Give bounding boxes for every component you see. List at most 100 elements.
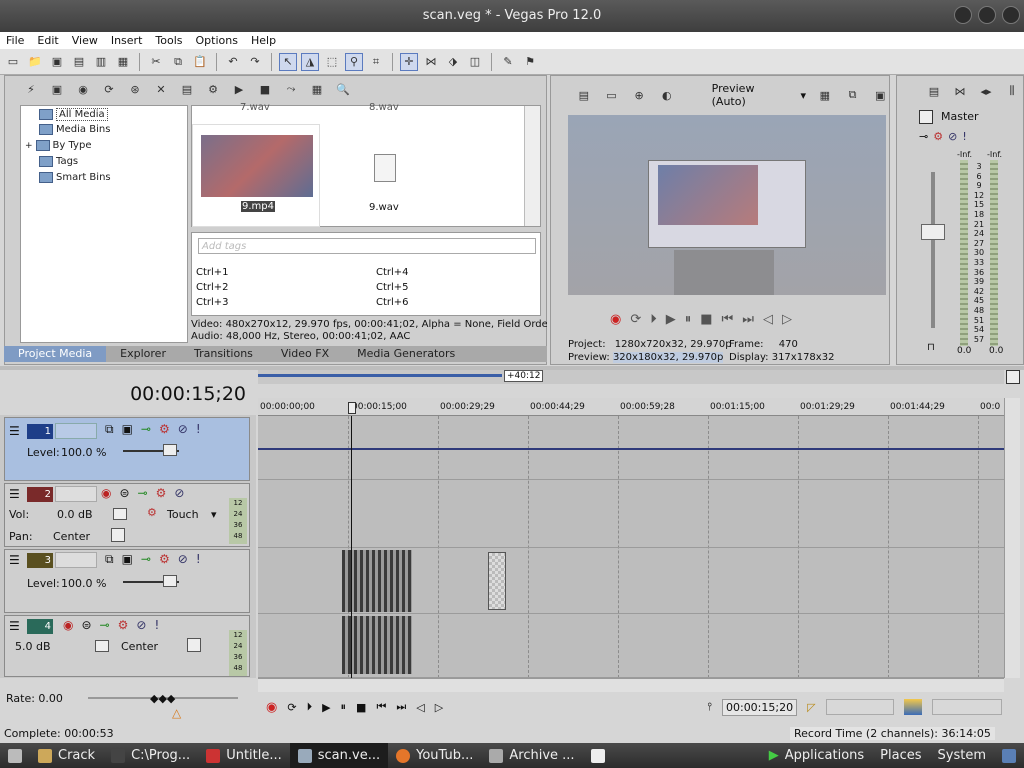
tab-transitions[interactable]: Transitions bbox=[180, 346, 267, 362]
go-to-start-icon[interactable]: ⏮ bbox=[722, 312, 734, 327]
menu-options[interactable]: Options bbox=[196, 32, 238, 49]
loop-region-bar[interactable]: +40:12 bbox=[258, 370, 1004, 384]
menu-applications[interactable]: ▶ Applications bbox=[761, 743, 872, 768]
views-icon[interactable]: ▦ bbox=[308, 80, 326, 98]
mute-icon[interactable]: ⊘ bbox=[178, 422, 188, 437]
import-media-icon[interactable]: ⚡ bbox=[22, 80, 40, 98]
track-minimize-icon[interactable]: ☰ bbox=[9, 487, 20, 501]
capture-video-icon[interactable]: ▣ bbox=[48, 80, 66, 98]
menu-file[interactable]: File bbox=[6, 32, 24, 49]
selection-length-field[interactable] bbox=[825, 699, 894, 715]
redo-icon[interactable]: ↷ bbox=[246, 53, 264, 71]
next-frame-icon[interactable]: ▷ bbox=[435, 701, 443, 714]
copy-snapshot-icon[interactable]: ⧉ bbox=[844, 86, 862, 104]
motion-icon[interactable]: ▣ bbox=[122, 422, 133, 437]
remove-media-icon[interactable]: ✕ bbox=[152, 80, 170, 98]
master-checkbox[interactable] bbox=[919, 110, 933, 124]
auto-preview-icon[interactable]: ⤳ bbox=[282, 80, 300, 98]
tag-shortcut[interactable]: Ctrl+5 bbox=[376, 282, 409, 293]
tab-project-media[interactable]: Project Media bbox=[4, 346, 107, 362]
copy-icon[interactable]: ⧉ bbox=[169, 53, 187, 71]
timeline-horizontal-scrollbar[interactable] bbox=[258, 678, 1004, 692]
volume-slider-handle[interactable] bbox=[95, 640, 109, 652]
chevron-down-icon[interactable]: ▾ bbox=[211, 508, 217, 521]
render-icon[interactable]: ▥ bbox=[92, 53, 110, 71]
external-monitor-icon[interactable]: ▭ bbox=[603, 86, 621, 104]
pause-icon[interactable]: ⏸ bbox=[685, 312, 692, 327]
media-fx-icon[interactable]: ⚙ bbox=[204, 80, 222, 98]
tree-item-tags[interactable]: Tags bbox=[39, 156, 78, 167]
lock-icon[interactable]: ⊓ bbox=[927, 342, 935, 353]
stop-icon[interactable]: ■ bbox=[700, 312, 712, 327]
ignore-grouping-icon[interactable]: ⬗ bbox=[444, 53, 462, 71]
audio-event-clip[interactable] bbox=[342, 616, 412, 674]
task-untitled[interactable]: Untitle... bbox=[198, 743, 290, 768]
volume-slider-handle[interactable] bbox=[113, 508, 127, 520]
mute-icon[interactable]: ⊘ bbox=[178, 552, 188, 567]
solo-icon[interactable]: ! bbox=[196, 422, 201, 437]
invert-phase-icon[interactable]: ⊜ bbox=[119, 486, 129, 500]
timeline-vertical-scrollbar[interactable] bbox=[1004, 398, 1020, 678]
task-crack[interactable]: Crack bbox=[30, 743, 103, 768]
insert-fx-icon[interactable]: ⊸ bbox=[919, 130, 928, 143]
snapping-icon[interactable]: ✛ bbox=[400, 52, 418, 71]
previous-frame-icon[interactable]: ◁ bbox=[416, 701, 424, 714]
expand-icon[interactable]: + bbox=[25, 141, 33, 151]
menu-places[interactable]: Places bbox=[872, 743, 929, 768]
go-to-end-icon[interactable]: ⏭ bbox=[742, 312, 754, 327]
end-field[interactable] bbox=[931, 699, 1002, 715]
search-media-icon[interactable]: ⊛ bbox=[126, 80, 144, 98]
add-tags-input[interactable]: Add tags bbox=[198, 238, 536, 254]
solo-icon[interactable]: ! bbox=[154, 618, 159, 632]
pan-slider-handle[interactable] bbox=[187, 638, 201, 652]
tab-video-fx[interactable]: Video FX bbox=[267, 346, 343, 362]
media-scrollbar[interactable] bbox=[524, 106, 540, 226]
task-prog[interactable]: C:\Prog... bbox=[103, 743, 198, 768]
normal-edit-tool-icon[interactable]: ↖ bbox=[279, 52, 297, 71]
chevron-down-icon[interactable]: ▾ bbox=[801, 89, 807, 102]
timeline-ruler[interactable]: 00:00:00;00 00:00:15;00 00:00:29;29 00:0… bbox=[258, 398, 1004, 416]
master-fx-icon[interactable]: ⚙ bbox=[933, 130, 943, 143]
task-archive[interactable]: Archive ... bbox=[481, 743, 582, 768]
audio-file-icon[interactable] bbox=[374, 154, 396, 182]
playhead-handle[interactable] bbox=[348, 402, 356, 414]
show-desktop-icon[interactable] bbox=[0, 743, 30, 768]
master-properties-icon[interactable]: ▤ bbox=[925, 82, 943, 100]
mute-icon[interactable]: ⊘ bbox=[136, 618, 146, 632]
track-fx-icon[interactable]: ⊸ bbox=[100, 618, 110, 632]
automation-mode[interactable]: Touch bbox=[167, 508, 199, 521]
tree-item-by-type[interactable]: + By Type bbox=[25, 140, 91, 151]
play-media-icon[interactable]: ▶ bbox=[230, 80, 248, 98]
motion-icon[interactable]: ▣ bbox=[122, 552, 133, 567]
cursor-time-field[interactable]: 00:00:15;20 bbox=[721, 698, 798, 716]
tag-shortcut[interactable]: Ctrl+3 bbox=[196, 297, 229, 308]
arm-record-icon[interactable]: ◉ bbox=[63, 618, 73, 632]
track-header-4[interactable]: ☰ 4 ◉ ⊜ ⊸ ⚙ ⊘ ! 5.0 dB Center 12 24 36 4… bbox=[4, 615, 250, 677]
properties-icon[interactable]: ▦ bbox=[114, 53, 132, 71]
save-icon[interactable]: ▣ bbox=[48, 53, 66, 71]
open-icon[interactable]: 📁 bbox=[26, 53, 44, 71]
gear-icon[interactable]: ⚙ bbox=[159, 422, 170, 437]
media-item-mp4[interactable]: 9.mp4 bbox=[192, 124, 320, 227]
video-event-clip[interactable] bbox=[342, 550, 412, 612]
whats-this-icon[interactable]: ⚑ bbox=[521, 53, 539, 71]
video-event-small[interactable] bbox=[488, 552, 506, 610]
track-lane-4[interactable] bbox=[258, 614, 1004, 678]
task-blank[interactable] bbox=[583, 743, 613, 768]
menu-edit[interactable]: Edit bbox=[37, 32, 58, 49]
tab-media-generators[interactable]: Media Generators bbox=[343, 346, 469, 362]
refresh-icon[interactable]: ⟳ bbox=[100, 80, 118, 98]
track-fx-icon[interactable]: ⊸ bbox=[141, 422, 151, 437]
play-from-start-icon[interactable]: ⏵ bbox=[650, 312, 657, 327]
minimize-button[interactable] bbox=[954, 6, 972, 24]
track-header-2[interactable]: ☰ 2 ◉ ⊜ ⊸ ⚙ ⊘ Vol: 0.0 dB ⚙ Touch ▾ Pan:… bbox=[4, 483, 250, 547]
stop-media-icon[interactable]: ■ bbox=[256, 80, 274, 98]
menu-help[interactable]: Help bbox=[251, 32, 276, 49]
track-name-field[interactable] bbox=[55, 486, 97, 502]
level-slider-handle[interactable] bbox=[163, 444, 177, 456]
solo-icon[interactable]: ! bbox=[962, 130, 966, 143]
record-icon[interactable]: ◉ bbox=[266, 700, 277, 715]
selection-tool-icon[interactable]: ⬚ bbox=[323, 53, 341, 71]
menu-system[interactable]: System bbox=[930, 743, 994, 768]
tray-icon[interactable] bbox=[994, 743, 1024, 768]
